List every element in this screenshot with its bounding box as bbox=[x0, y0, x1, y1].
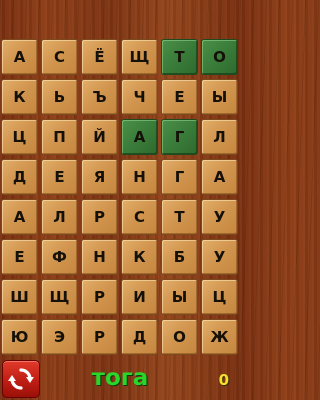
letter-tile[interactable]: О bbox=[201, 39, 238, 75]
refresh-icon bbox=[8, 366, 34, 392]
letter-tile[interactable]: Е bbox=[161, 79, 198, 115]
reset-button[interactable] bbox=[2, 360, 40, 398]
letter-tile[interactable]: Р bbox=[81, 199, 118, 235]
letter-tile[interactable]: Ю bbox=[1, 319, 38, 355]
letter-tile[interactable]: Й bbox=[81, 119, 118, 155]
letter-tile[interactable]: Щ bbox=[121, 39, 158, 75]
letter-tile[interactable]: Щ bbox=[41, 279, 78, 315]
letter-tile[interactable]: Е bbox=[41, 159, 78, 195]
letter-tile[interactable]: У bbox=[201, 239, 238, 275]
letter-tile[interactable]: Ы bbox=[201, 79, 238, 115]
letter-tile[interactable]: А bbox=[1, 39, 38, 75]
letter-tile[interactable]: Ф bbox=[41, 239, 78, 275]
letter-tile[interactable]: Л bbox=[201, 119, 238, 155]
letter-tile[interactable]: Р bbox=[81, 319, 118, 355]
letter-tile[interactable]: О bbox=[161, 319, 198, 355]
letter-grid: АСЁЩТОКЬЪЧЕЫЦПЙАГЛДЕЯНГААЛРСТУЕФНКБУШЩРИ… bbox=[1, 39, 239, 356]
letter-tile[interactable]: П bbox=[41, 119, 78, 155]
letter-tile[interactable]: Н bbox=[121, 159, 158, 195]
letter-tile[interactable]: Т bbox=[161, 199, 198, 235]
letter-tile[interactable]: Ё bbox=[81, 39, 118, 75]
letter-tile[interactable]: У bbox=[201, 199, 238, 235]
letter-tile[interactable]: Ы bbox=[161, 279, 198, 315]
letter-tile[interactable]: Л bbox=[41, 199, 78, 235]
current-word: тога bbox=[91, 365, 149, 391]
letter-tile[interactable]: Б bbox=[161, 239, 198, 275]
letter-tile[interactable]: Ц bbox=[1, 119, 38, 155]
letter-tile[interactable]: Р bbox=[81, 279, 118, 315]
letter-tile[interactable]: Т bbox=[161, 39, 198, 75]
letter-tile[interactable]: Г bbox=[161, 119, 198, 155]
bottom-bar: тога 0 bbox=[0, 358, 240, 400]
letter-tile[interactable]: Ч bbox=[121, 79, 158, 115]
letter-tile[interactable]: Я bbox=[81, 159, 118, 195]
letter-tile[interactable]: Ц bbox=[201, 279, 238, 315]
letter-tile[interactable]: Д bbox=[1, 159, 38, 195]
letter-tile[interactable]: Е bbox=[1, 239, 38, 275]
letter-tile[interactable]: Н bbox=[81, 239, 118, 275]
letter-tile[interactable]: А bbox=[201, 159, 238, 195]
letter-tile[interactable]: А bbox=[121, 119, 158, 155]
letter-tile[interactable]: Ь bbox=[41, 79, 78, 115]
letter-tile[interactable]: К bbox=[121, 239, 158, 275]
letter-tile[interactable]: К bbox=[1, 79, 38, 115]
score-counter: 0 bbox=[218, 371, 229, 389]
letter-tile[interactable]: С bbox=[41, 39, 78, 75]
letter-tile[interactable]: Г bbox=[161, 159, 198, 195]
letter-tile[interactable]: Ж bbox=[201, 319, 238, 355]
letter-tile[interactable]: Ъ bbox=[81, 79, 118, 115]
letter-tile[interactable]: Э bbox=[41, 319, 78, 355]
letter-tile[interactable]: Ш bbox=[1, 279, 38, 315]
letter-tile[interactable]: Д bbox=[121, 319, 158, 355]
letter-tile[interactable]: А bbox=[1, 199, 38, 235]
letter-tile[interactable]: И bbox=[121, 279, 158, 315]
letter-tile[interactable]: С bbox=[121, 199, 158, 235]
